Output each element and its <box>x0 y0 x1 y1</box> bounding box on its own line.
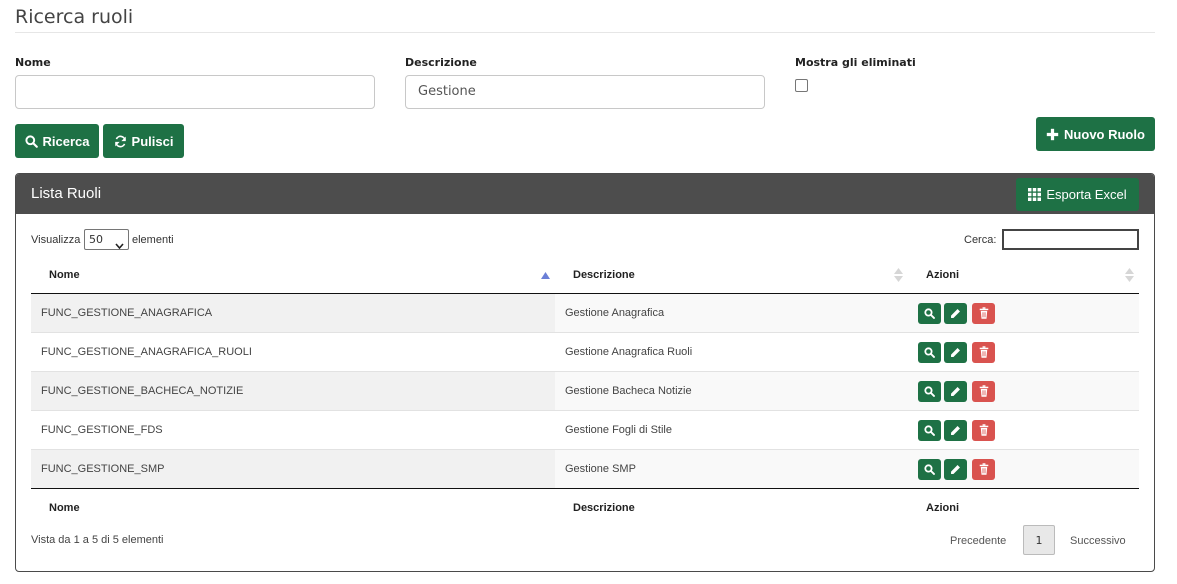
row-descrizione: Gestione SMP <box>565 463 636 475</box>
table-row: FUNC_GESTIONE_BACHECA_NOTIZIE Gestione B… <box>31 372 1139 411</box>
table-row: FUNC_GESTIONE_ANAGRAFICA Gestione Anagra… <box>31 294 1139 333</box>
pencil-icon <box>950 304 961 323</box>
trash-icon <box>979 460 989 479</box>
length-suffix: elementi <box>132 234 174 246</box>
clear-button[interactable]: Pulisci <box>103 124 184 158</box>
prev-page-button[interactable]: Precedente <box>950 535 1006 547</box>
row-descrizione: Gestione Anagrafica <box>565 307 665 319</box>
search-button-label: Ricerca <box>42 133 90 149</box>
edit-button[interactable] <box>944 342 967 363</box>
trash-icon <box>979 421 989 440</box>
sort-both-icon <box>1125 267 1134 286</box>
header-nome[interactable]: Nome <box>49 269 80 281</box>
footer-azioni: Azioni <box>926 502 959 514</box>
trash-icon <box>979 382 989 401</box>
show-deleted-label: Mostra gli eliminati <box>795 56 916 69</box>
descrizione-input[interactable]: Gestione <box>405 75 765 109</box>
next-page-button[interactable]: Successivo <box>1070 535 1126 547</box>
nome-input[interactable] <box>15 75 375 109</box>
row-nome: FUNC_GESTIONE_FDS <box>41 424 163 436</box>
row-nome: FUNC_GESTIONE_ANAGRAFICA_RUOLI <box>41 346 252 358</box>
search-icon <box>924 421 935 440</box>
footer-nome: Nome <box>49 502 80 514</box>
page-title: Ricerca ruoli <box>15 6 134 28</box>
edit-button[interactable] <box>944 459 967 480</box>
row-nome: FUNC_GESTIONE_BACHECA_NOTIZIE <box>41 385 244 397</box>
row-nome: FUNC_GESTIONE_ANAGRAFICA <box>41 307 213 319</box>
pencil-icon <box>950 382 961 401</box>
sort-both-icon <box>894 267 903 286</box>
edit-button[interactable] <box>944 303 967 324</box>
pencil-icon <box>950 460 961 479</box>
search-icon <box>924 343 935 362</box>
footer-descrizione: Descrizione <box>573 502 635 514</box>
table-info: Vista da 1 a 5 di 5 elementi <box>31 534 164 546</box>
plus-icon <box>1046 128 1059 141</box>
row-descrizione: Gestione Fogli di Stile <box>565 424 672 436</box>
table-row: FUNC_GESTIONE_FDS Gestione Fogli di Stil… <box>31 411 1139 450</box>
search-icon <box>924 460 935 479</box>
header-azioni[interactable]: Azioni <box>926 269 959 281</box>
edit-button[interactable] <box>944 420 967 441</box>
sort-asc-icon <box>541 265 550 284</box>
panel-header: Lista Ruoli <box>16 174 1154 214</box>
header-descrizione[interactable]: Descrizione <box>573 269 635 281</box>
page-1-button[interactable]: 1 <box>1023 525 1055 555</box>
export-excel-label: Esporta Excel <box>1046 187 1127 202</box>
clear-button-label: Pulisci <box>131 133 174 149</box>
delete-button[interactable] <box>972 381 995 402</box>
page-length-value: 50 <box>89 233 103 246</box>
table-row: FUNC_GESTIONE_ANAGRAFICA_RUOLI Gestione … <box>31 333 1139 372</box>
view-button[interactable] <box>918 459 941 480</box>
view-button[interactable] <box>918 420 941 441</box>
new-role-button[interactable]: Nuovo Ruolo <box>1036 117 1155 151</box>
delete-button[interactable] <box>972 303 995 324</box>
edit-button[interactable] <box>944 381 967 402</box>
title-divider <box>15 32 1155 33</box>
view-button[interactable] <box>918 342 941 363</box>
pencil-icon <box>950 421 961 440</box>
search-icon <box>24 134 38 148</box>
nome-label: Nome <box>15 56 51 69</box>
row-nome: FUNC_GESTIONE_SMP <box>41 463 165 475</box>
grid-icon <box>1028 188 1042 201</box>
view-button[interactable] <box>918 381 941 402</box>
footer-divider <box>31 488 1139 489</box>
length-prefix: Visualizza <box>31 234 81 246</box>
search-icon <box>924 304 935 323</box>
view-button[interactable] <box>918 303 941 324</box>
table-search-label: Cerca: <box>964 234 997 246</box>
table-search-input[interactable] <box>1002 229 1139 250</box>
pencil-icon <box>950 343 961 362</box>
search-icon <box>924 382 935 401</box>
trash-icon <box>979 343 989 362</box>
descrizione-label: Descrizione <box>405 56 477 69</box>
show-deleted-checkbox[interactable] <box>795 79 808 92</box>
page-length-select[interactable]: 50 <box>84 229 129 250</box>
refresh-icon <box>114 135 127 148</box>
delete-button[interactable] <box>972 459 995 480</box>
delete-button[interactable] <box>972 420 995 441</box>
panel-title: Lista Ruoli <box>31 185 102 202</box>
search-button[interactable]: Ricerca <box>15 124 99 158</box>
chevron-down-icon <box>115 236 124 255</box>
row-descrizione: Gestione Anagrafica Ruoli <box>565 346 693 358</box>
row-descrizione: Gestione Bacheca Notizie <box>565 385 692 397</box>
new-role-button-label: Nuovo Ruolo <box>1064 126 1145 142</box>
delete-button[interactable] <box>972 342 995 363</box>
trash-icon <box>979 304 989 323</box>
table-row: FUNC_GESTIONE_SMP Gestione SMP <box>31 450 1139 489</box>
export-excel-button[interactable]: Esporta Excel <box>1016 178 1139 211</box>
